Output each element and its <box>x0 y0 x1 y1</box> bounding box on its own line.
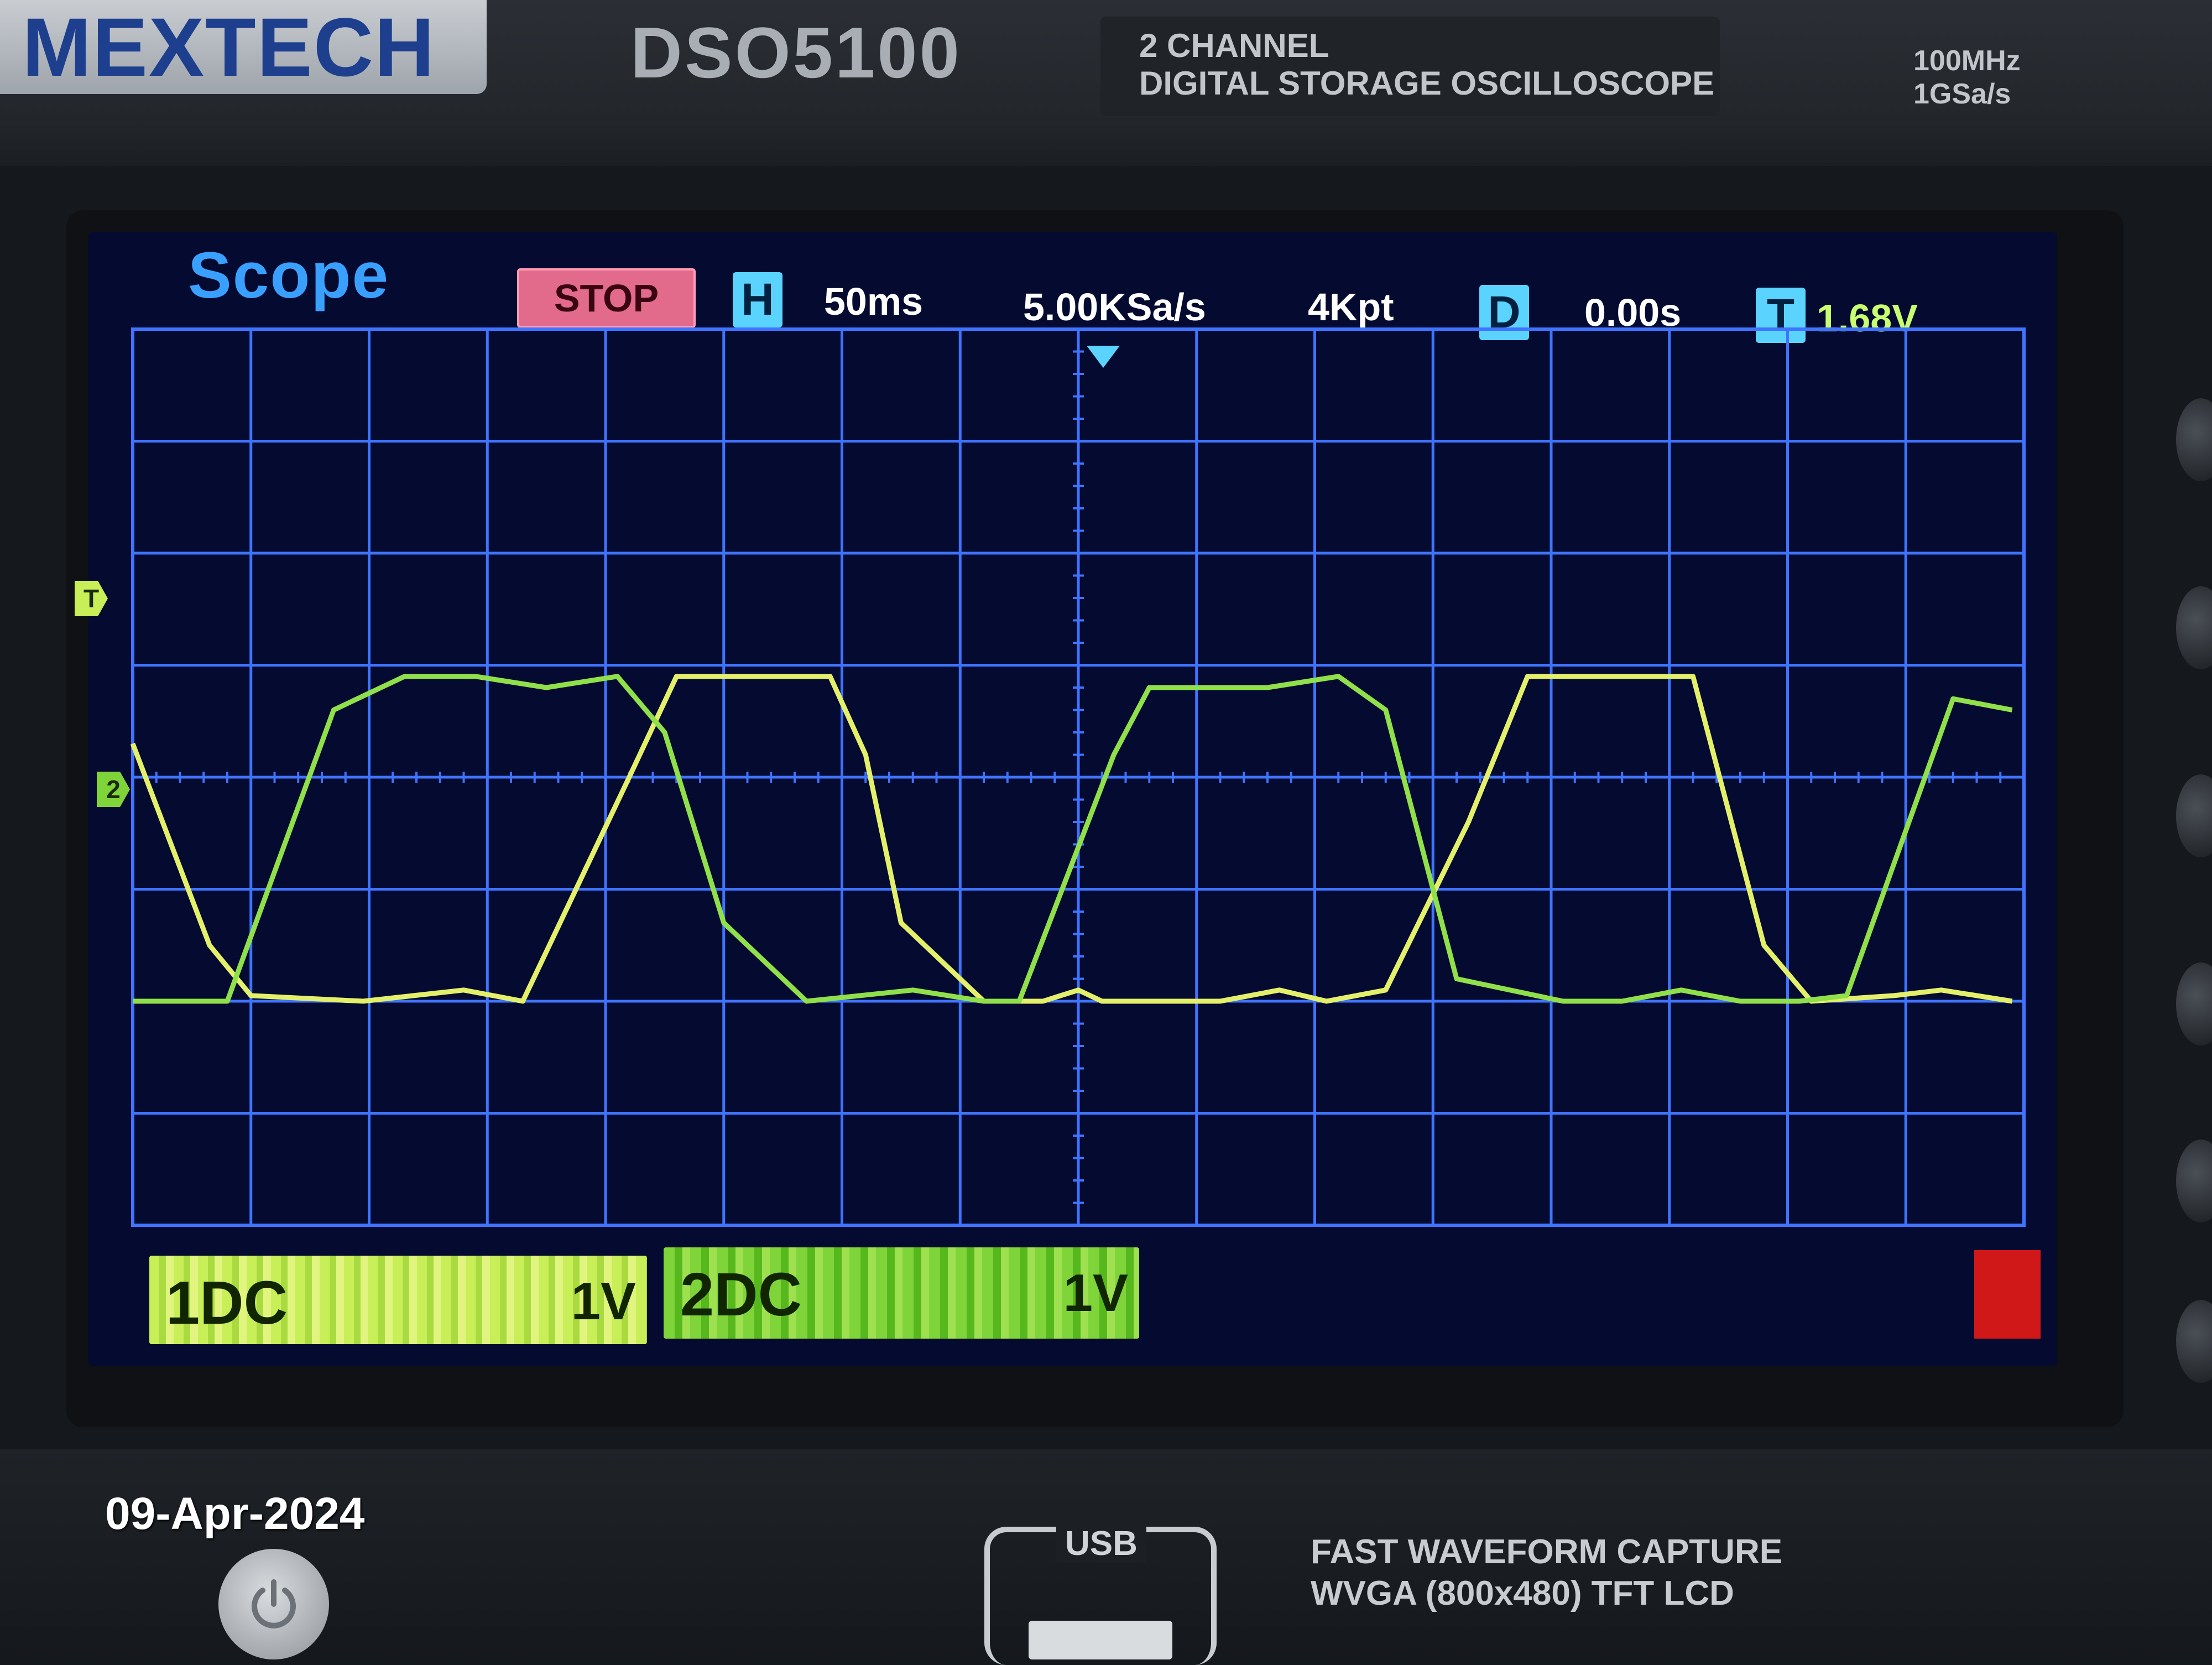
ch1-status-bar: 1DC 1V <box>149 1256 647 1344</box>
power-icon <box>252 1579 296 1628</box>
ch1-coupling-label: 1DC <box>166 1269 288 1337</box>
ch2-status-bar: 2DC 1V <box>664 1247 1139 1339</box>
usb-socket[interactable] <box>1029 1621 1172 1659</box>
display-spec-label: WVGA (800x480) TFT LCD <box>1311 1574 1734 1612</box>
ch2-coupling-label: 2DC <box>680 1261 802 1329</box>
photo-date-stamp: 09-Apr-2024 <box>105 1489 365 1539</box>
feature-label: FAST WAVEFORM CAPTURE <box>1311 1533 1783 1571</box>
ch2-volts-div: 1V <box>1063 1263 1128 1323</box>
status-indicator-block <box>1974 1250 2041 1339</box>
ch1-volts-div: 1V <box>571 1272 636 1331</box>
trace-ch1 <box>130 674 2013 1004</box>
trace-ch2 <box>133 674 2013 1004</box>
waveform-graticule <box>130 327 2026 1227</box>
center-ticks <box>132 328 2025 1226</box>
usb-label: USB <box>1056 1524 1146 1563</box>
traces <box>130 674 2013 1004</box>
power-button[interactable] <box>218 1549 329 1659</box>
trigger-position-marker <box>1087 346 1120 368</box>
